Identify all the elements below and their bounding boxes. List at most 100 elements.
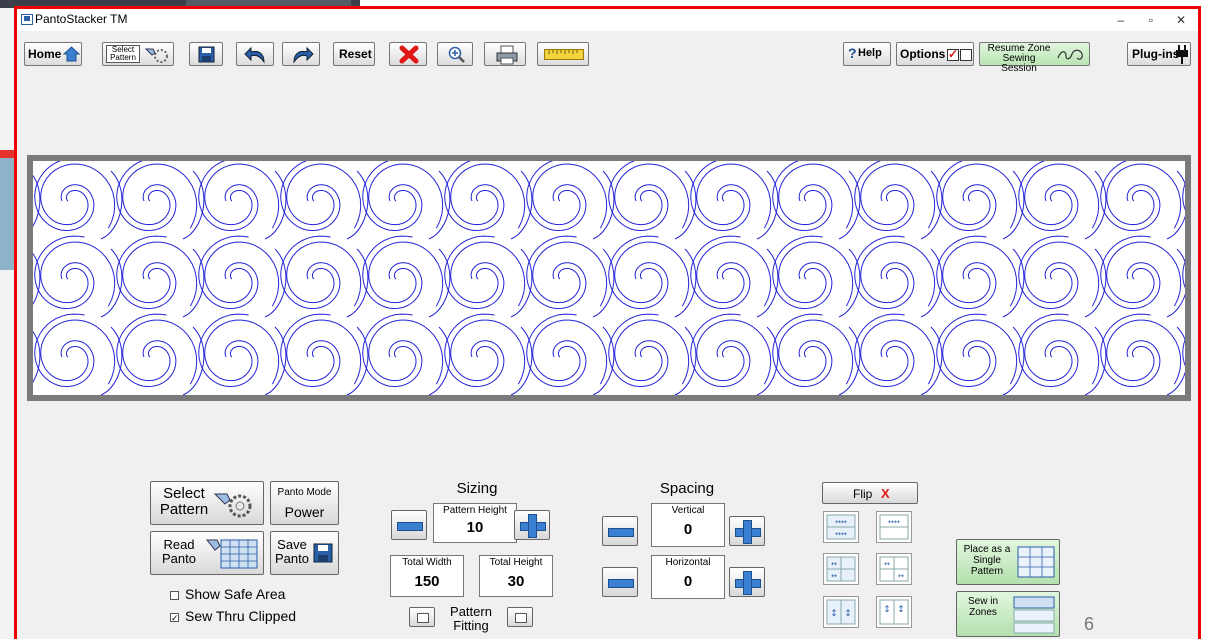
help-button[interactable]: ? Help xyxy=(843,42,891,66)
close-button[interactable]: ✕ xyxy=(1158,9,1204,31)
flip-horizontal-diagonal-button[interactable]: ↔ ↔ xyxy=(876,553,912,585)
swirl-motif xyxy=(526,313,615,395)
vertical-spacing-increase-button[interactable] xyxy=(729,516,765,546)
swirl-motif xyxy=(362,313,451,395)
svg-text:↔↔: ↔↔ xyxy=(835,530,847,538)
pattern-fitting-right-button[interactable] xyxy=(507,607,533,627)
horizontal-spacing-increase-button[interactable] xyxy=(729,567,765,597)
zones-pattern-icon xyxy=(1013,596,1055,634)
sewing-path-icon xyxy=(1057,49,1083,60)
swirl-motif xyxy=(444,235,533,318)
swirl-motif xyxy=(116,161,205,240)
read-panto-label: Read Panto xyxy=(162,537,196,566)
ruler-icon xyxy=(544,49,584,60)
resume-zone-label: Resume Zone Sewing Session xyxy=(987,43,1051,74)
swirl-motif xyxy=(1182,182,1185,211)
flip-vertical-all-button[interactable]: ↕ ↕ xyxy=(823,596,859,628)
vertical-spacing-field[interactable]: Vertical 0 xyxy=(651,503,725,547)
sew-in-zones-label: Sew in Zones xyxy=(967,596,998,618)
horizontal-spacing-field[interactable]: Horizontal 0 xyxy=(651,555,725,599)
show-safe-area-checkbox[interactable] xyxy=(170,591,179,600)
undo-button[interactable] xyxy=(236,42,274,66)
save-panto-label: Save Panto xyxy=(275,537,309,566)
read-panto-button[interactable]: Read Panto xyxy=(150,531,264,575)
swirl-motif xyxy=(608,161,697,240)
pattern-canvas[interactable] xyxy=(33,161,1185,395)
flip-horizontal-left-button[interactable]: ↔ ↔ xyxy=(823,553,859,585)
vertical-spacing-label: Vertical xyxy=(671,505,705,516)
swirl-motif xyxy=(198,313,287,395)
arrows-grid-icon: ↔↔ ↔↔ xyxy=(826,514,856,540)
pattern-height-value: 10 xyxy=(466,519,484,536)
total-height-field[interactable]: Total Height 30 xyxy=(479,555,553,597)
swirl-motif xyxy=(608,235,697,318)
swirl-motif xyxy=(198,161,287,240)
swirl-motif xyxy=(772,161,861,240)
swirl-motif xyxy=(1100,313,1185,395)
red-x-icon xyxy=(399,45,419,64)
pattern-fitting-left-button[interactable] xyxy=(409,607,435,627)
swirl-motif xyxy=(854,313,943,395)
reset-button[interactable]: Reset xyxy=(333,42,375,66)
floppy-disk-icon xyxy=(313,543,333,563)
total-width-field[interactable]: Total Width 150 xyxy=(390,555,464,597)
swirl-motif xyxy=(1018,313,1107,395)
measure-button[interactable] xyxy=(537,42,589,66)
fitting-right-icon xyxy=(515,613,527,623)
pattern-canvas-frame xyxy=(27,155,1191,401)
swirl-motif xyxy=(1018,161,1107,240)
horizontal-spacing-label: Horizontal xyxy=(665,557,711,568)
horizontal-spacing-decrease-button[interactable] xyxy=(602,567,638,597)
plugins-button[interactable]: Plug-ins xyxy=(1127,42,1191,66)
swirl-motif xyxy=(198,235,287,318)
zoom-button[interactable] xyxy=(437,42,473,66)
pattern-height-field[interactable]: Pattern Height 10 xyxy=(433,503,517,543)
svg-text:↔: ↔ xyxy=(831,572,837,580)
select-pattern-button[interactable]: Select Pattern xyxy=(150,481,264,525)
swirl-motif xyxy=(608,313,697,395)
pattern-height-increase-button[interactable] xyxy=(514,510,550,540)
redo-button[interactable] xyxy=(282,42,320,66)
swirl-motif xyxy=(362,235,451,318)
print-button[interactable] xyxy=(484,42,526,66)
place-single-pattern-button[interactable]: Place as a Single Pattern xyxy=(956,539,1060,585)
window-title: PantoStacker TM xyxy=(35,12,128,26)
sew-in-zones-button[interactable]: Sew in Zones xyxy=(956,591,1060,637)
svg-text:↔: ↔ xyxy=(884,560,890,568)
flip-horizontal-all-button[interactable]: ↔↔ ↔↔ xyxy=(823,511,859,543)
flip-vertical-alt-button[interactable]: ↕ ↕ xyxy=(876,596,912,628)
flip-label: Flip xyxy=(853,487,873,501)
vertical-spacing-decrease-button[interactable] xyxy=(602,516,638,546)
swirl-motif xyxy=(33,253,41,305)
flip-horizontal-top-button[interactable]: ↔↔ xyxy=(876,511,912,543)
save-button[interactable] xyxy=(189,42,223,66)
swirl-motif xyxy=(34,161,123,240)
swirl-motif xyxy=(772,235,861,318)
pattern-fitting-label: Pattern Fitting xyxy=(450,604,492,633)
flip-button[interactable]: Flip X xyxy=(822,482,918,504)
arrows-left-icon: ↔↔ xyxy=(826,556,856,582)
swirl-motif xyxy=(690,235,779,318)
swirl-motif xyxy=(116,235,205,318)
swirl-motif xyxy=(854,235,943,318)
save-panto-button[interactable]: Save Panto xyxy=(270,531,339,575)
panto-mode-button[interactable]: Panto Mode Power xyxy=(270,481,339,525)
options-button[interactable]: Options ✓ xyxy=(896,42,974,66)
delete-button[interactable] xyxy=(389,42,427,66)
svg-text:↔: ↔ xyxy=(898,572,904,580)
swirl-motif xyxy=(280,235,369,318)
pantostacker-window: PantoStacker TM – ▫ ✕ Home Select Patter… xyxy=(14,6,1201,639)
home-button[interactable]: Home xyxy=(24,42,82,66)
floppy-disk-icon xyxy=(198,46,215,63)
resume-zone-button[interactable]: Resume Zone Sewing Session xyxy=(979,42,1090,74)
swirl-motif xyxy=(33,175,41,227)
swirl-motif xyxy=(33,331,41,383)
sew-thru-clipped-checkbox[interactable]: ✓ xyxy=(170,613,179,623)
vertical-spacing-value: 0 xyxy=(683,521,693,538)
arrows-diagonal-icon: ↔↔ xyxy=(879,556,909,582)
toolbar-select-pattern-button[interactable]: Select Pattern xyxy=(102,42,174,66)
pattern-height-decrease-button[interactable] xyxy=(391,510,427,540)
sew-thru-clipped-label: Sew Thru Clipped xyxy=(185,608,297,624)
single-pattern-icon xyxy=(1017,546,1055,578)
select-pattern-label: Select Pattern xyxy=(159,485,209,518)
